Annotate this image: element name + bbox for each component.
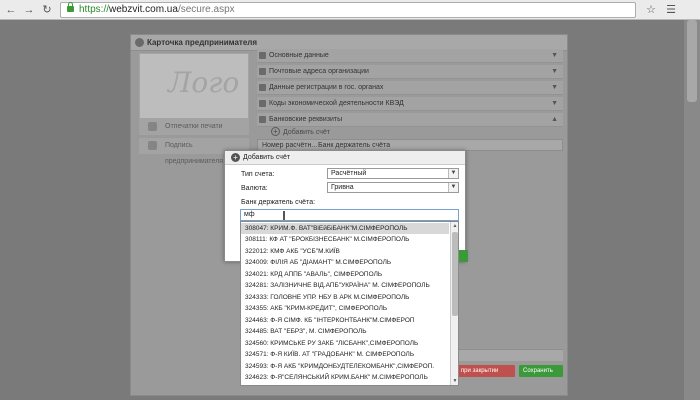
chevron-down-icon: ▼ (551, 52, 558, 59)
section-basic-data[interactable]: Основные данные ▼ (257, 49, 563, 63)
list-item[interactable]: 308047: КРИМ.Ф. ВАТ"ВіЕйБіБАНК"М.СІМФЕРО… (241, 223, 449, 234)
card-title: Карточка предпринимателя (147, 38, 258, 47)
section-icon (259, 52, 266, 59)
back-arrow-icon[interactable]: ← (4, 3, 18, 17)
section-kved-codes[interactable]: Коды экономической деятельности КВЭД ▼ (257, 97, 563, 111)
scroll-up-icon[interactable]: ▲ (451, 222, 458, 230)
currency-label: Валюта: (241, 185, 268, 192)
chevron-down-icon: ▼ (551, 100, 558, 107)
gear-icon (259, 100, 266, 107)
dropdown-scrollbar-thumb[interactable] (452, 232, 458, 316)
list-item[interactable]: 324281: ЗАЛІЗНИЧНЕ ВІД.АПБ"УКРАЇНА" М. С… (241, 280, 449, 291)
section-postal-addresses[interactable]: Почтовые адреса организации ▼ (257, 65, 563, 79)
list-item[interactable]: 324593: Ф-Я АКБ "КРИМДОНБУДТЕЛЕКОМБАНК",… (241, 361, 449, 372)
chevron-up-icon: ▲ (551, 116, 558, 123)
plus-circle-icon: + (231, 153, 240, 162)
page-scrollbar[interactable] (684, 20, 700, 400)
signature-icon (148, 141, 157, 150)
list-item[interactable]: 324333: ГОЛОВНЕ УПР. НБУ В АРК М.СІМФЕРО… (241, 292, 449, 303)
section-registration[interactable]: Данные регистрации в гос. органах ▼ (257, 81, 563, 95)
list-item[interactable]: 324623: Ф-Я"СЕЛЯНСЬКИЙ КРИМ.БАНК" М.СІМФ… (241, 372, 449, 383)
forward-arrow-icon[interactable]: → (22, 3, 36, 17)
dropdown-scrollbar[interactable]: ▲ ▼ (450, 222, 458, 385)
menu-icon[interactable]: ☰ (664, 3, 678, 17)
section-bank-details[interactable]: Банковские реквизиты ▲ (257, 113, 563, 127)
card-icon (135, 38, 144, 47)
add-account-link[interactable]: + Добавить счёт (271, 127, 330, 139)
list-item[interactable]: 324571: Ф-Я КИЇВ. АТ "ГРАДОБАНК" М. СІМФ… (241, 349, 449, 360)
currency-select[interactable]: Гривна ▼ (327, 182, 459, 193)
list-item[interactable]: 324355: АКБ "КРИМ-КРЕДИТ", СІМФЕРОПОЛЬ (241, 303, 449, 314)
text-cursor-icon (283, 211, 285, 220)
list-item[interactable]: 324021: КРД АППБ "АВАЛЬ", СІМФЕРОПОЛЬ (241, 269, 449, 280)
dialog-title: Добавить счёт (243, 154, 291, 161)
save-button[interactable]: Сохранить (519, 365, 563, 377)
stamp-icon (148, 122, 157, 131)
dialog-header: + Добавить счёт (225, 151, 465, 165)
logo-text: Лого (168, 66, 240, 99)
list-item[interactable]: 324485: ВАТ "ЕБРЗ", М. СІМФЕРОПОЛЬ (241, 326, 449, 337)
chevron-down-icon: ▼ (551, 68, 558, 75)
bank-search-input[interactable]: мф (240, 209, 459, 221)
account-type-label: Тип счета: (241, 171, 275, 178)
address-bar[interactable]: https://webzvit.com.ua/secure.aspx (60, 2, 636, 18)
scroll-down-icon[interactable]: ▼ (451, 377, 458, 385)
reload-icon[interactable]: ↻ (40, 3, 54, 17)
plus-circle-icon: + (271, 127, 280, 136)
bank-holder-label: Банк держатель счёта: (241, 199, 316, 206)
bookmark-star-icon[interactable]: ☆ (644, 3, 658, 17)
location-pin-icon (259, 68, 266, 75)
browser-toolbar: ← → ↻ https://webzvit.com.ua/secure.aspx… (0, 0, 700, 20)
page-scrollbar-thumb[interactable] (687, 20, 697, 102)
list-item[interactable]: 324560: КРИМСЬКЕ РУ ЗАКБ "ЛІСБАНК",СІМФЕ… (241, 338, 449, 349)
list-item[interactable]: 324009: ФІЛІЯ АБ "ДІАМАНТ" М.СІМФЕРОПОЛЬ (241, 257, 449, 268)
lock-icon (67, 2, 74, 12)
account-type-select[interactable]: Расчётный ▼ (327, 168, 459, 179)
chevron-down-icon: ▼ (448, 169, 458, 178)
bank-icon (259, 116, 266, 123)
url-text: https://webzvit.com.ua/secure.aspx (79, 4, 235, 15)
list-item[interactable]: 322012: КМФ АКБ "УСБ"М.КИЇВ (241, 246, 449, 257)
document-icon (259, 84, 266, 91)
logo-placeholder[interactable]: Лого (139, 53, 249, 119)
chevron-down-icon: ▼ (551, 84, 558, 91)
list-item[interactable]: 324463: Ф-Я СІМФ. КБ "ІНТЕРКОНТБАНК"М.СІ… (241, 315, 449, 326)
chevron-down-icon: ▼ (448, 183, 458, 192)
dialog-ok-button[interactable] (458, 250, 468, 262)
list-item[interactable]: 308111: КФ АТ "БРОКБІЗНЕСБАНК" М.СІМФЕРО… (241, 234, 449, 245)
stamp-link[interactable]: Отпечатки печати организации (139, 119, 249, 146)
bank-autocomplete-list: 308047: КРИМ.Ф. ВАТ"ВіЕйБіБАНК"М.СІМФЕРО… (240, 221, 459, 386)
